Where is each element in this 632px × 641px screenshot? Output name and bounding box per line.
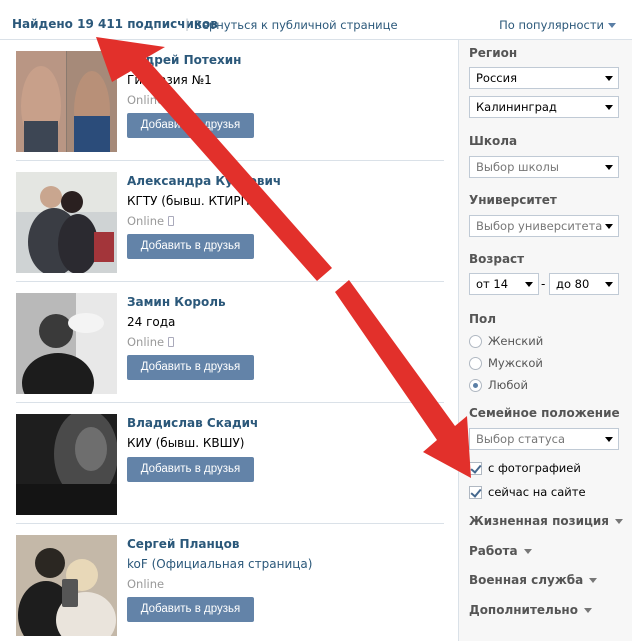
sort-label: По популярности: [499, 18, 604, 32]
add-friend-button[interactable]: Добавить в друзья: [127, 355, 254, 380]
chevron-down-icon: [605, 282, 613, 287]
additional-section[interactable]: Дополнительно: [469, 603, 592, 617]
life-position-section[interactable]: Жизненная позиция: [469, 514, 623, 528]
age-label: Возраст: [469, 252, 525, 266]
results-header: Найдено 19 411 подписчиков | Вернуться к…: [0, 0, 632, 40]
military-service-section[interactable]: Военная служба: [469, 573, 598, 587]
marital-status-label: Семейное положение: [469, 406, 620, 420]
avatar[interactable]: [16, 414, 117, 515]
avatar[interactable]: [16, 51, 117, 152]
user-age: 24 года: [127, 315, 176, 329]
user-university[interactable]: КИУ (бывш. КВШУ): [127, 436, 244, 450]
user-name[interactable]: Андрей Потехин: [127, 53, 241, 67]
add-friend-button[interactable]: Добавить в друзья: [127, 234, 254, 259]
chevron-down-icon: [608, 23, 616, 28]
chevron-down-icon: [525, 282, 533, 287]
radio-icon: [469, 335, 482, 348]
user-university[interactable]: КГТУ (бывш. КТИРПиХ): [127, 194, 270, 208]
results-list: Андрей Потехин Гимназия №1 Online Добави…: [0, 40, 458, 641]
sex-option-female[interactable]: Женский: [469, 334, 543, 348]
chevron-down-icon: [605, 437, 613, 442]
chevron-down-icon: [523, 549, 532, 554]
sex-option-any[interactable]: Любой: [469, 378, 528, 392]
list-item: Сергей Планцов koF (Официальная страница…: [16, 524, 444, 641]
avatar[interactable]: [16, 535, 117, 636]
chevron-down-icon: [605, 165, 613, 170]
chevron-down-icon: [615, 519, 623, 524]
avatar[interactable]: [16, 293, 117, 394]
radio-icon: [469, 357, 482, 370]
chevron-down-icon: [583, 608, 592, 613]
chevron-down-icon: [605, 224, 613, 229]
chevron-down-icon: [589, 578, 598, 583]
list-item: Андрей Потехин Гимназия №1 Online Добави…: [16, 40, 444, 161]
list-item: Владислав Скадич КИУ (бывш. КВШУ) Добави…: [16, 403, 444, 524]
checkmark-icon: [469, 462, 482, 475]
search-filters: Регион Россия Калининград Школа Выбор шк…: [458, 40, 632, 641]
online-status: Online: [127, 335, 175, 349]
chevron-down-icon: [605, 105, 613, 110]
user-name[interactable]: Владислав Скадич: [127, 416, 258, 430]
marital-status-select[interactable]: Выбор статуса: [469, 428, 619, 450]
age-range-dash: -: [541, 277, 546, 291]
sex-option-male[interactable]: Мужской: [469, 356, 543, 370]
online-status: Online: [127, 214, 175, 228]
country-select[interactable]: Россия: [469, 67, 619, 89]
radio-selected-icon: [469, 379, 482, 392]
back-to-public-page-link[interactable]: Вернуться к публичной странице: [194, 18, 398, 32]
add-friend-button[interactable]: Добавить в друзья: [127, 457, 254, 482]
chevron-down-icon: [605, 76, 613, 81]
sex-label: Пол: [469, 312, 497, 326]
with-photo-checkbox[interactable]: с фотографией: [469, 461, 581, 475]
user-name[interactable]: Александра Курсевич: [127, 174, 281, 188]
user-status-link[interactable]: koF (Официальная страница): [127, 557, 312, 571]
region-label: Регион: [469, 46, 518, 60]
online-now-checkbox[interactable]: сейчас на сайте: [469, 485, 586, 499]
age-to-select[interactable]: до 80: [549, 273, 619, 295]
avatar[interactable]: [16, 172, 117, 273]
add-friend-button[interactable]: Добавить в друзья: [127, 597, 254, 622]
school-select[interactable]: Выбор школы: [469, 156, 619, 178]
university-label: Университет: [469, 193, 557, 207]
header-separator: |: [185, 17, 190, 31]
list-item: Александра Курсевич КГТУ (бывш. КТИРПиХ)…: [16, 161, 444, 282]
user-name[interactable]: Сергей Планцов: [127, 537, 239, 551]
city-select[interactable]: Калининград: [469, 96, 619, 118]
user-school[interactable]: Гимназия №1: [127, 73, 212, 87]
university-select[interactable]: Выбор университета: [469, 215, 619, 237]
school-label: Школа: [469, 134, 518, 148]
add-friend-button[interactable]: Добавить в друзья: [127, 113, 254, 138]
age-from-select[interactable]: от 14: [469, 273, 539, 295]
mobile-icon: [168, 216, 175, 226]
work-section[interactable]: Работа: [469, 544, 532, 558]
list-item: Замин Король 24 года Online Добавить в д…: [16, 282, 444, 403]
online-status: Online: [127, 93, 165, 107]
online-status: Online: [127, 577, 165, 591]
user-name[interactable]: Замин Король: [127, 295, 226, 309]
mobile-icon: [168, 337, 175, 347]
checkmark-icon: [469, 486, 482, 499]
sort-dropdown[interactable]: По популярности: [499, 18, 616, 32]
